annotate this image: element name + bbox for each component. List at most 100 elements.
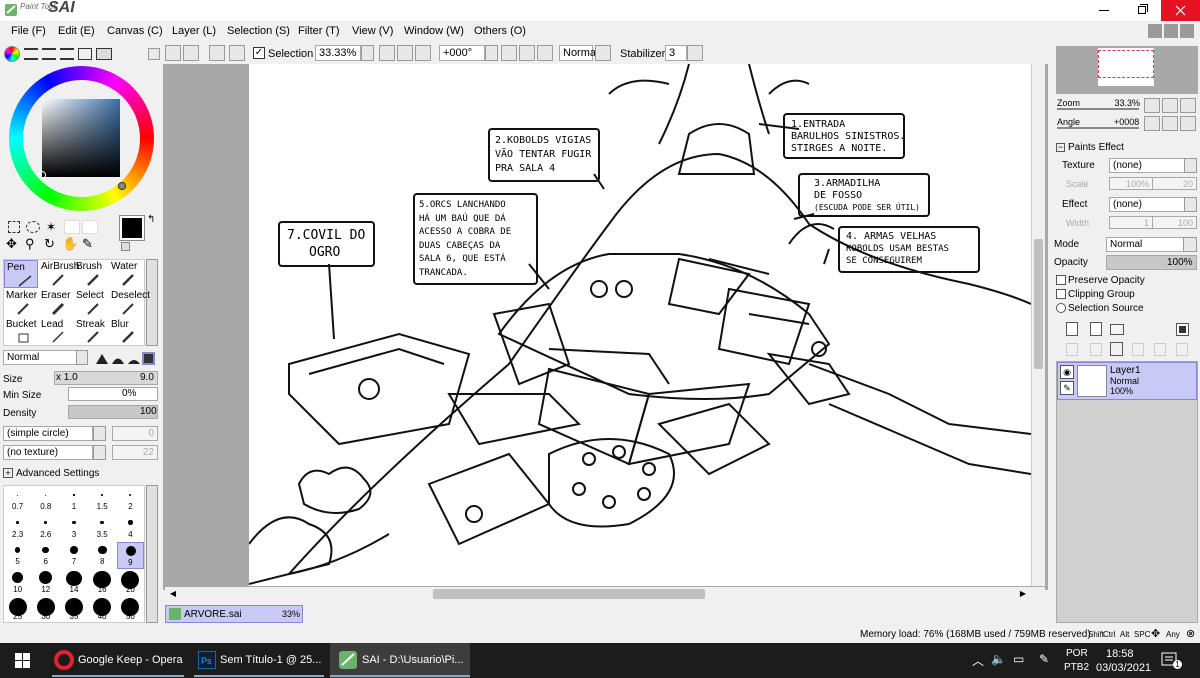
canvas-vscroll[interactable] [1031,64,1045,586]
nav-rotate-right[interactable] [1162,116,1178,131]
navigator-preview[interactable] [1056,46,1198,94]
brush-size-cell[interactable]: 3 [60,515,87,542]
menu-layer[interactable]: Layer (L) [172,25,216,37]
effect-dropdown[interactable] [1184,197,1197,212]
brush-size-cell[interactable]: 12 [32,570,59,597]
rotate-right-button[interactable] [519,45,535,61]
rotation-dropdown[interactable] [485,45,498,61]
eyedropper-tool[interactable]: ✎ [82,236,93,252]
preserve-opacity-checkbox[interactable] [1056,275,1066,285]
rect-select-tool[interactable] [8,221,20,233]
advanced-settings-label[interactable]: Advanced Settings [16,468,99,479]
tool-blur[interactable]: Blur [109,318,145,345]
angle-slider[interactable] [1057,127,1139,129]
sv-square[interactable] [42,99,120,177]
brush-shape-dropdown[interactable] [93,426,106,441]
resize-grip-icon[interactable]: ⊗ [1186,627,1195,640]
tool-pen[interactable]: Pen [4,260,38,288]
windows-start-button[interactable] [0,643,46,678]
menu-window[interactable]: Window (W) [404,25,464,37]
rotation-field[interactable]: +000° [439,45,485,61]
brush-size-cell[interactable]: 8 [89,542,116,569]
brush-size-cell[interactable]: 1 [60,487,87,514]
width-slider[interactable]: 1 [1109,216,1153,229]
transfer-down-button[interactable] [1090,343,1102,356]
brush-texture-strength[interactable]: 22 [112,445,158,460]
clock-time[interactable]: 18:58 [1106,648,1134,660]
paints-effect-toggle[interactable]: − [1056,143,1065,152]
vscroll-thumb[interactable] [1034,239,1043,369]
lock-brush-icon[interactable]: ✎ [1060,381,1074,395]
texture-select[interactable]: (none) [1109,158,1185,173]
lasso-tool[interactable] [26,221,40,233]
pen-tray-icon[interactable]: ✎ [1039,652,1049,666]
nav-rotate-left[interactable] [1144,116,1160,131]
zoom-out-button[interactable] [379,45,395,61]
brush-shape-strength[interactable]: 0 [112,426,158,441]
tool-marker[interactable]: Marker [4,289,38,317]
stabilizer-dropdown[interactable] [687,45,703,61]
rotate-left-button[interactable] [501,45,517,61]
tool-select[interactable]: Select [74,289,108,317]
selection-checkbox[interactable]: ✓ [253,47,265,59]
flip-button[interactable] [595,45,611,61]
nav-zoom-reset[interactable] [1180,98,1196,113]
invert-button[interactable] [229,45,245,61]
nav-zoom-out[interactable] [1144,98,1160,113]
scale-number[interactable]: 20 [1152,177,1197,190]
brush-size-cell[interactable]: 14 [60,570,87,597]
new-folder-button[interactable] [1110,324,1124,335]
menu-edit[interactable]: Edit (E) [58,25,95,37]
brush-size-cell[interactable]: 0.7 [4,487,31,514]
tool-deselect[interactable]: Deselect [109,289,150,317]
close-button[interactable] [1161,0,1200,21]
swatch-tab[interactable] [60,48,74,60]
clipping-group-checkbox[interactable] [1056,289,1066,299]
brush-mode-dropdown[interactable] [76,350,88,365]
size-multiplier[interactable]: x 1.0 [56,372,78,383]
menu-others[interactable]: Others (O) [474,25,526,37]
menu-selection[interactable]: Selection (S) [227,25,290,37]
brush-size-cell[interactable]: 2 [117,487,144,514]
brush-texture-dropdown[interactable] [93,445,106,460]
document-tab[interactable]: ARVORE.sai 33% [165,605,303,623]
tool-water[interactable]: Water [109,260,145,288]
rgb-slider-tab[interactable] [24,48,38,60]
taskbar-app-photoshop[interactable]: Ps Sem Título-1 @ 25... [190,643,328,678]
menu-view[interactable]: View (V) [352,25,393,37]
zoom-slider[interactable] [1057,108,1139,110]
zoom-reset-button[interactable] [415,45,431,61]
tool-bucket[interactable]: Bucket [4,318,38,345]
new-set-button[interactable] [1090,322,1102,336]
layer-row[interactable]: ◉ ✎ Layer1 Normal 100% [1057,362,1197,400]
tool-grid-scroll[interactable] [146,259,158,346]
canvas[interactable]: 1.ENTRADA BARULHOS SINISTROS. STIRGES A NO… [249,64,1031,586]
brush-size-cell[interactable]: 40 [89,597,116,624]
move-tool[interactable]: ✥ [6,236,17,252]
brush-size-cell[interactable]: 30 [32,597,59,624]
brush-size-cell[interactable]: 0.8 [32,487,59,514]
brush-texture-select[interactable]: (no texture) [3,445,93,460]
volume-icon[interactable]: 🔈 [991,652,1006,666]
new-layer-button[interactable] [1066,322,1078,336]
hscroll-thumb[interactable] [433,589,705,599]
layer-mask-button[interactable] [1176,323,1189,336]
minimize-button[interactable] [1085,0,1123,21]
zoom-tool[interactable]: ⚲ [25,236,35,252]
undo-button[interactable] [165,45,181,61]
hand-tool[interactable]: ✋ [62,236,78,252]
brush-size-cell[interactable]: 50 [117,597,144,624]
hscroll-left-arrow[interactable]: ◀ [167,588,179,600]
lang-secondary[interactable]: PTB2 [1064,662,1089,673]
user-swatch-tab[interactable] [96,48,112,60]
menu-canvas[interactable]: Canvas (C) [107,25,163,37]
brush-size-cell[interactable]: 2.6 [32,515,59,542]
texture-dropdown[interactable] [1184,158,1197,173]
notification-button[interactable]: 1 [1160,649,1182,671]
tool-eraser[interactable]: Eraser [39,289,73,317]
primary-color-swatch[interactable] [119,215,145,241]
blend-mode-field[interactable]: Normal [559,45,598,61]
clear-layer-button[interactable] [1132,343,1144,356]
minsize-slider[interactable] [68,387,158,401]
brush-size-cell[interactable]: 4 [117,515,144,542]
